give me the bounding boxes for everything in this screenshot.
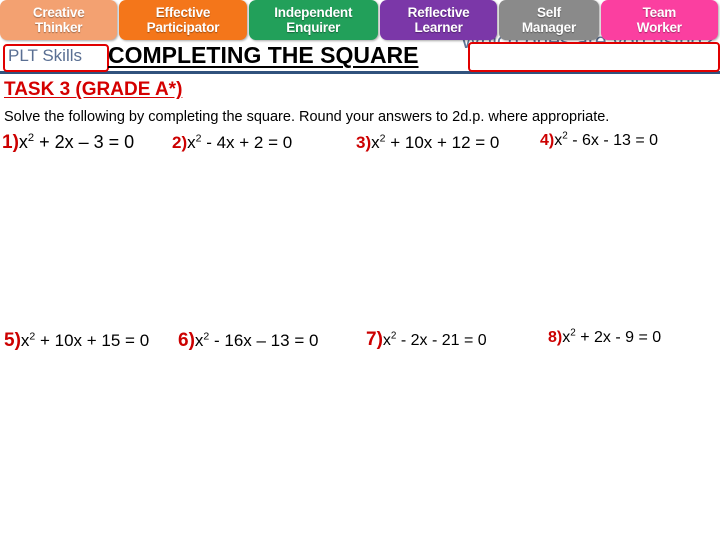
- question-number: 7): [366, 329, 383, 350]
- question-item: 3)x2 + 10x + 12 = 0: [356, 133, 499, 153]
- plt-tab-independent-enquirer[interactable]: Independent Enquirer: [248, 0, 378, 40]
- question-number: 5): [4, 330, 21, 351]
- plt-skill-tab-strip: Creative Thinker Effective Participator …: [0, 0, 720, 42]
- plt-tab-reflective-learner[interactable]: Reflective Learner: [379, 0, 498, 40]
- question-item: 2)x2 - 4x + 2 = 0: [172, 133, 292, 153]
- plt-tab-effective-participator[interactable]: Effective Participator: [119, 0, 247, 40]
- question-item: 1)x2 + 2x – 3 = 0: [2, 132, 134, 154]
- question-item: 8)x2 + 2x - 9 = 0: [548, 328, 662, 347]
- plt-tab-label-line2: Participator: [146, 20, 220, 35]
- question-item: 5)x2 + 10x + 15 = 0: [4, 330, 149, 352]
- task-heading: TASK 3 (GRADE A*): [4, 79, 183, 100]
- question-expression: - 4x + 2 = 0: [201, 133, 293, 152]
- question-number: 8): [548, 329, 563, 346]
- plt-tab-creative-thinker[interactable]: Creative Thinker: [0, 0, 118, 40]
- question-number: 4): [540, 132, 555, 149]
- plt-tab-self-manager[interactable]: Self Manager: [499, 0, 599, 40]
- task-instruction: Solve the following by completing the sq…: [4, 109, 610, 125]
- plt-tab-label-line1: Reflective: [407, 5, 470, 20]
- question-expression: + 2x - 9 = 0: [575, 329, 662, 346]
- plt-skills-label: PLT Skills: [8, 46, 83, 65]
- question-item: 6)x2 - 16x – 13 = 0: [178, 330, 318, 352]
- plt-tab-team-worker[interactable]: Team Worker: [600, 0, 719, 40]
- question-variable: x: [187, 133, 196, 152]
- plt-tab-label-line2: Enquirer: [286, 20, 341, 35]
- question-expression: + 10x + 15 = 0: [35, 331, 150, 350]
- page-title: COMPLETING THE SQUARE: [108, 42, 419, 68]
- plt-tab-label-line1: Effective: [155, 5, 211, 20]
- question-expression: - 16x – 13 = 0: [209, 331, 319, 350]
- question-expression: - 2x - 21 = 0: [396, 332, 487, 349]
- plt-tab-label-line2: Worker: [636, 20, 682, 35]
- question-number: 1): [2, 132, 19, 153]
- answer-entry-box[interactable]: [468, 42, 720, 72]
- plt-tab-label-line1: Independent: [274, 5, 353, 20]
- question-expression: + 2x – 3 = 0: [34, 132, 135, 152]
- question-number: 3): [356, 133, 372, 152]
- question-expression: + 10x + 12 = 0: [385, 133, 500, 152]
- question-variable: x: [18, 132, 28, 152]
- question-expression: - 6x - 13 = 0: [567, 132, 659, 149]
- question-item: 7)x2 - 2x - 21 = 0: [366, 329, 487, 351]
- plt-tab-label-line1: Creative: [32, 5, 85, 20]
- question-variable: x: [382, 332, 391, 349]
- question-variable: x: [371, 133, 380, 152]
- plt-tab-label-line2: Manager: [521, 20, 577, 35]
- plt-tab-label-line1: Team: [642, 5, 677, 20]
- question-number: 6): [178, 330, 195, 351]
- plt-tab-label-line2: Thinker: [34, 20, 83, 35]
- question-item: 4)x2 - 6x - 13 = 0: [540, 131, 659, 150]
- plt-tab-label-line2: Learner: [414, 20, 463, 35]
- question-number: 2): [172, 133, 188, 152]
- plt-tab-label-line1: Self: [536, 5, 561, 20]
